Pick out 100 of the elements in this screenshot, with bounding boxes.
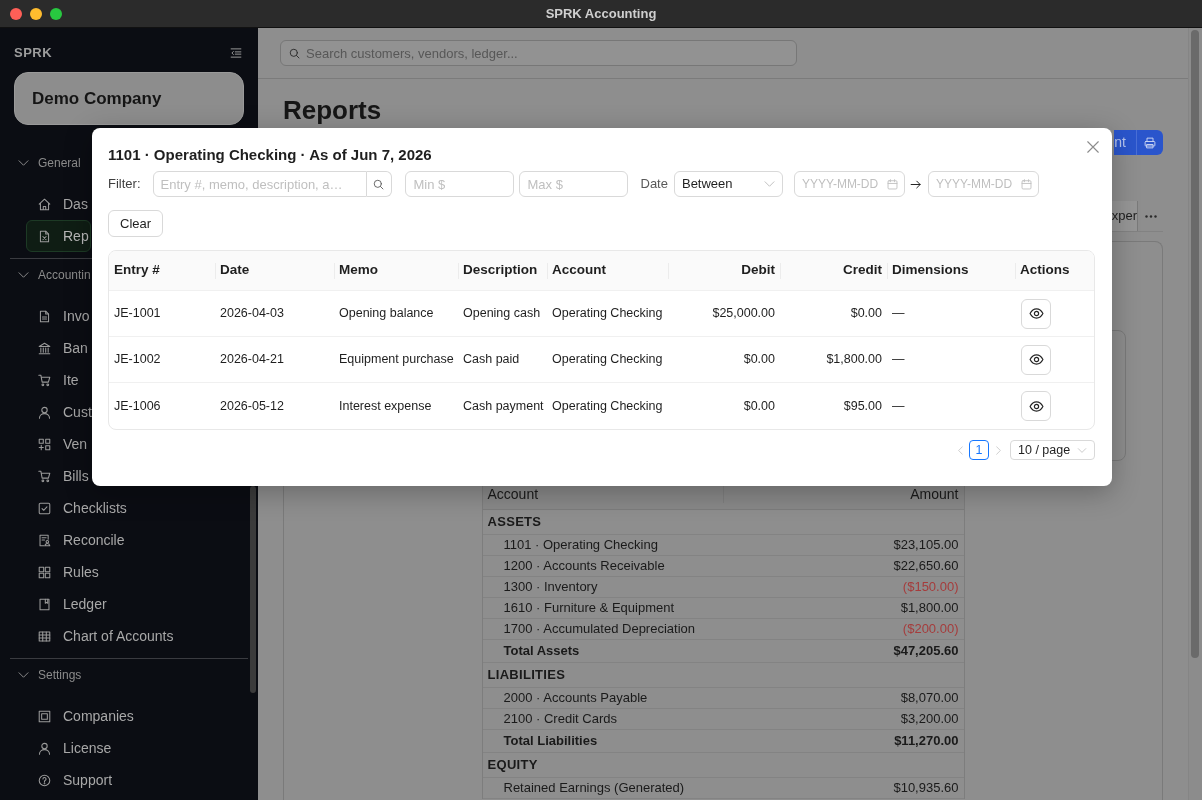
date-field[interactable]: YYYY-MM-DD — [793, 171, 905, 197]
date-field[interactable]: YYYY-MM-DD — [927, 171, 1039, 197]
sidebar-item[interactable]: Ite — [26, 364, 81, 396]
account-name: 1700 · Accumulated Depreciation — [503, 620, 695, 639]
tab[interactable]: xper — [1111, 201, 1137, 231]
sidebar-item[interactable]: Invo — [26, 300, 92, 332]
page-size-select[interactable]: 10 / page — [1010, 440, 1095, 460]
table-cell-text: Opening cash — [463, 305, 541, 323]
eye-icon — [1028, 308, 1044, 319]
table-cell-text: Equipment purchase — [339, 351, 454, 369]
window-maximize-icon[interactable] — [50, 7, 62, 20]
printer-icon — [1144, 136, 1156, 149]
filter-label: Filter: — [108, 175, 141, 194]
date-label: Date — [640, 175, 668, 194]
view-button[interactable] — [1021, 344, 1051, 375]
section-header[interactable]: Settings — [0, 661, 84, 689]
sidebar-item[interactable]: Rep — [26, 220, 91, 252]
section-heading: LIABILITIES — [487, 666, 566, 685]
column-header: Account — [487, 487, 539, 501]
action-button[interactable]: nt — [1114, 130, 1136, 155]
sidebar-item[interactable]: Support — [26, 764, 115, 796]
calendar-icon — [1020, 178, 1032, 190]
print-button[interactable] — [1136, 130, 1163, 155]
document-icon — [38, 229, 51, 243]
column-header: Credit — [843, 261, 882, 280]
window-close-icon[interactable] — [10, 7, 22, 20]
table-cell-text: $95.00 — [843, 397, 882, 415]
table-cell-text: JE-1002 — [114, 351, 161, 369]
table-cell-text: $0.00 — [850, 305, 882, 323]
cart-icon — [38, 373, 51, 387]
date-range-select[interactable]: Between — [673, 171, 783, 197]
clear-button[interactable]: Clear — [108, 210, 164, 237]
arrow-right-icon — [909, 179, 922, 189]
account-name: 1101 · Operating Checking — [503, 536, 658, 555]
table-cell-text: — — [892, 351, 905, 369]
sidebar-scrollbar[interactable] — [250, 486, 256, 693]
sidebar-item[interactable]: License — [26, 732, 114, 764]
sidebar-item[interactable]: Ban — [26, 332, 90, 364]
account-name: 1300 · Inventory — [503, 578, 598, 597]
book-icon — [38, 597, 51, 611]
sidebar-item[interactable]: Companies — [26, 700, 136, 732]
table-cell-text: JE-1001 — [114, 305, 161, 323]
table-cell-text: Interest expense — [339, 397, 432, 415]
table-cell-text: 2026-04-03 — [220, 305, 284, 323]
search-icon — [289, 47, 300, 59]
table-cell-text: 2026-04-21 — [220, 351, 284, 369]
page-button[interactable]: 1 — [969, 440, 989, 460]
close-icon[interactable] — [1086, 140, 1100, 154]
sidebar-item[interactable]: Bills — [26, 460, 91, 492]
more-icon[interactable] — [1144, 214, 1157, 218]
filter-search-field[interactable]: Entry #, memo, description, a… — [152, 171, 367, 197]
column-header: Description — [463, 261, 538, 280]
table-cell-text: JE-1006 — [114, 397, 161, 415]
scrollbar-thumb[interactable] — [1191, 30, 1199, 658]
section-heading: ASSETS — [487, 513, 542, 532]
total-label: Total Liabilities — [503, 732, 598, 751]
account-name: 2100 · Credit Cards — [503, 710, 617, 729]
company-switcher[interactable]: Demo Company — [14, 72, 244, 125]
grid-icon — [38, 565, 51, 579]
help-icon — [38, 773, 51, 787]
person-icon — [38, 741, 51, 755]
section-header[interactable]: Accountin — [0, 261, 93, 289]
amount: $1,800.00 — [900, 599, 959, 618]
eye-icon — [1028, 354, 1044, 365]
amount: $23,105.00 — [893, 536, 959, 555]
sidebar-item[interactable]: Chart of Accounts — [26, 620, 176, 652]
table-cell-text: — — [892, 397, 905, 415]
column-header: Memo — [339, 261, 378, 280]
table-cell-text: Operating Checking — [552, 305, 663, 323]
search-icon — [373, 178, 384, 190]
total-label: Total Assets — [503, 642, 580, 661]
bank-icon — [38, 341, 51, 355]
window-minimize-icon[interactable] — [30, 7, 42, 20]
document-icon — [38, 309, 51, 323]
sidebar-item[interactable]: Cust — [26, 396, 94, 428]
sidebar-item[interactable]: Rules — [26, 556, 101, 588]
min-amount-field[interactable]: Min $ — [404, 171, 514, 197]
amount: $22,650.60 — [893, 557, 959, 576]
account-name: 1610 · Furniture & Equipment — [503, 599, 675, 618]
cart-icon — [38, 469, 51, 483]
sidebar-item[interactable]: Reconcile — [26, 524, 127, 556]
checkbox-icon — [38, 501, 51, 515]
section-heading: EQUITY — [487, 756, 538, 775]
eye-icon — [1028, 400, 1044, 412]
chevron-down-icon — [1077, 447, 1087, 453]
sidebar-item[interactable]: Ledger — [26, 588, 109, 620]
account-name: 2000 · Accounts Payable — [503, 689, 648, 708]
view-button[interactable] — [1021, 298, 1051, 329]
view-button[interactable] — [1021, 391, 1051, 421]
section-header[interactable]: General — [0, 149, 83, 177]
sidebar-item[interactable]: Checklists — [26, 492, 129, 524]
search-button[interactable] — [366, 171, 392, 197]
sidebar-item[interactable]: Das — [26, 188, 90, 220]
max-amount-field[interactable]: Max $ — [518, 171, 628, 197]
sidebar-item[interactable]: Ven — [26, 428, 90, 460]
search-field[interactable]: Search customers, vendors, ledger... — [280, 40, 797, 66]
column-header: Amount — [910, 487, 959, 501]
amount: $10,935.60 — [893, 779, 959, 798]
table-cell-text: — — [892, 305, 905, 323]
sidebar-toggle-icon[interactable] — [230, 47, 242, 59]
